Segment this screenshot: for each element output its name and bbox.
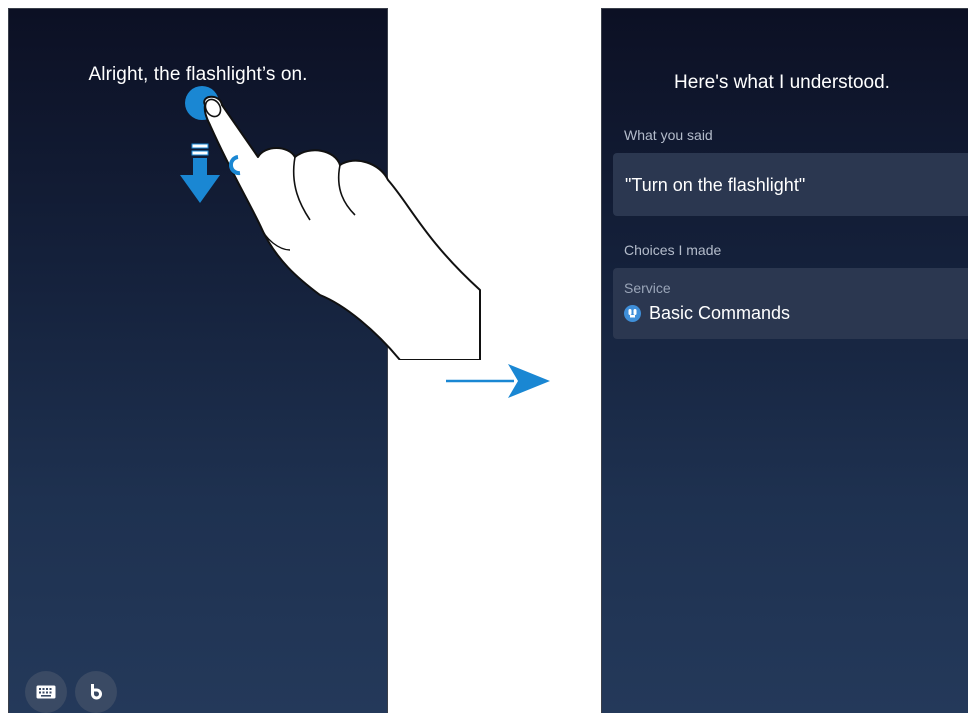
what-you-said-text: "Turn on the flashlight" [625, 175, 806, 195]
understanding-title: Here's what I understood. [674, 72, 890, 93]
what-you-said-label: What you said [624, 127, 713, 143]
keyboard-icon [36, 685, 56, 699]
service-value: Basic Commands [649, 303, 791, 323]
tap-gesture-illustration [180, 86, 481, 360]
bixby-icon [91, 684, 102, 700]
service-row: Basic Commands [624, 303, 790, 324]
what-you-said-card[interactable]: "Turn on the flashlight" [613, 153, 968, 216]
transition-arrow-icon [446, 364, 550, 398]
hand-icon [203, 95, 481, 360]
choices-label: Choices I made [624, 242, 722, 258]
basic-commands-icon [624, 305, 641, 322]
service-label: Service [624, 280, 671, 296]
understanding-screen: Here's what I understood. What you said … [601, 8, 968, 713]
swipe-down-arrow-icon [180, 143, 220, 203]
keyboard-button[interactable] [25, 671, 67, 713]
service-card[interactable]: Service Basic Commands [613, 268, 968, 339]
bixby-button[interactable] [75, 671, 117, 713]
